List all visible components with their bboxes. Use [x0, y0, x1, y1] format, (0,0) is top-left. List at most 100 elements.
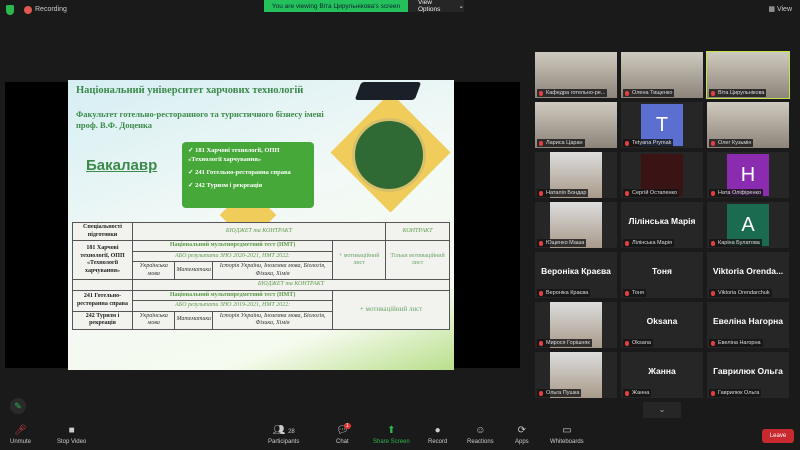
participant-name: Tetyana Prymak	[623, 139, 674, 147]
participant-display-name: Жанна	[648, 366, 676, 376]
subjects-cell: Історія України, Іноземна мова, Біологія…	[212, 310, 334, 330]
participant-name: Жанна	[623, 389, 652, 397]
whiteboards-label: Whiteboards	[550, 439, 584, 445]
leave-button[interactable]: Leave	[762, 429, 794, 443]
participant-tile[interactable]: Viktoria Orenda... Viktoria Orendarchuk	[707, 252, 789, 298]
presentation-slide: Національний університет харчових технол…	[68, 80, 454, 370]
participants-icon: 👥︎ 28	[272, 425, 295, 436]
chat-badge: 1	[344, 423, 351, 429]
participant-tile[interactable]: Віта Цирульнікова	[706, 51, 790, 99]
whiteboard-icon: ▭	[562, 425, 572, 436]
participant-tile[interactable]: Oksana Oksana	[621, 302, 703, 348]
participant-name: Viktoria Orendarchuk	[709, 289, 772, 297]
participant-name: Мирося Горішняк	[537, 339, 592, 347]
participant-name: Олег Кузьмін	[709, 139, 754, 147]
participant-tile[interactable]: A Каріна Булатова	[707, 202, 789, 248]
participant-tile[interactable]: T Tetyana Prymak	[621, 102, 703, 148]
participant-display-name: Oksana	[646, 316, 678, 326]
participant-tile[interactable]: Вероніка Краєва Вероніка Краєва	[535, 252, 617, 298]
chat-label: Chat	[336, 439, 349, 445]
subjects-cell: Історія України, Іноземна мова, Біологія…	[212, 261, 334, 280]
participant-tile[interactable]: H Ната Оліфіренко	[707, 152, 789, 198]
participant-tile[interactable]: Лариса Царан	[535, 102, 617, 148]
motivation-cell: + мотиваційний лист	[332, 289, 450, 330]
slide-faculty: Факультет готельно-ресторанного та турис…	[76, 109, 324, 130]
graduation-cap-icon	[354, 82, 422, 100]
reactions-icon: ☺	[475, 425, 486, 436]
record-label: Record	[428, 439, 448, 445]
participant-name: Лариса Царан	[537, 139, 585, 147]
participant-tile[interactable]: Гаврилюк Ольга Гаврилюк Ольга	[707, 352, 789, 398]
slide-title: Національний університет харчових технол…	[76, 85, 304, 96]
participant-tile[interactable]: Кафедра готельно-ре...	[535, 52, 617, 98]
viewing-banner: You are viewing Віта Цирульнікова's scre…	[264, 0, 408, 12]
view-options-label: View Options	[418, 0, 441, 13]
participants-button[interactable]: 👥︎ 28 Participants	[268, 425, 299, 445]
annotate-pen-icon[interactable]: ✎	[10, 398, 26, 414]
whiteboards-button[interactable]: ▭ Whiteboards	[550, 425, 584, 445]
participant-tile[interactable]: Лілінська Марія Лілінська Марія	[621, 202, 703, 248]
participant-tile[interactable]: Ольга Пушка	[535, 352, 617, 398]
participant-name: Лілінська Марія	[623, 239, 674, 247]
participant-tile[interactable]: Сергій Остапенко	[621, 152, 703, 198]
apps-button[interactable]: ⟳ Apps	[515, 425, 529, 445]
header-budget: БЮДЖЕТ та КОНТРАКТ	[131, 222, 387, 241]
participant-name: Наталія Бондар	[537, 189, 589, 197]
participants-label: Participants	[268, 439, 300, 445]
participant-tile[interactable]: Наталія Бондар	[535, 152, 617, 198]
mic-muted-icon: 🎤︎	[14, 425, 27, 436]
recording-label: Recording	[35, 6, 67, 13]
stop-video-button[interactable]: ■ Stop Video	[57, 425, 86, 445]
admission-table: Спеціальності підготовки БЮДЖЕТ та КОНТРА…	[72, 222, 450, 330]
participant-tile[interactable]: Олена Тищенко	[621, 52, 703, 98]
participants-count: 28	[288, 429, 295, 435]
video-camera-icon: ■	[68, 425, 75, 436]
top-bar: Recording You are viewing Віта Цирульнік…	[0, 0, 800, 20]
participant-name: Сергій Остапенко	[623, 189, 680, 197]
only-motivation-cell: Тільки мотиваційний лист	[385, 240, 450, 280]
participant-tile[interactable]: Мирося Горішняк	[535, 302, 617, 348]
participant-name: Кафедра готельно-ре...	[537, 89, 608, 97]
recording-icon	[24, 6, 32, 14]
participant-display-name: Viktoria Orenda...	[712, 266, 784, 276]
participant-name: Каріна Булатова	[709, 239, 762, 247]
participant-tile[interactable]: Жанна Жанна	[621, 352, 703, 398]
nmt-cell: Національний мультипредметний тест (НМТ)	[131, 289, 334, 301]
apps-label: Apps	[515, 439, 529, 445]
participant-tile[interactable]: Тоня Тоня	[621, 252, 703, 298]
share-label: Share Screen	[373, 439, 410, 445]
participant-name: Тоня	[623, 289, 647, 297]
record-button[interactable]: ● Record	[428, 425, 447, 445]
participant-name: Oksana	[623, 339, 653, 347]
ukr-cell: Українська мова	[131, 310, 176, 330]
view-label: View	[776, 6, 792, 13]
program-item: ✓ 242 Туризм і рекреація	[188, 182, 263, 189]
zno-cell: АБО результати ЗНО 2020-2021, НМТ 2022:	[131, 250, 334, 262]
ukr-cell: Українська мова	[131, 261, 176, 280]
view-button[interactable]: ▦ View	[768, 5, 792, 13]
participant-tile[interactable]: Евеліна Нагорна Евеліна Нагорна	[707, 302, 789, 348]
gallery-next-page-button[interactable]: ⌄	[643, 402, 681, 418]
participant-tile[interactable]: Олег Кузьмін	[707, 102, 789, 148]
participant-name: Ната Оліфіренко	[709, 189, 764, 197]
program-item: ✓ 241 Готельно-ресторанна справа	[188, 169, 291, 176]
chat-button[interactable]: 💬︎ 1 Chat	[336, 423, 351, 445]
share-screen-button[interactable]: ⬆ Share Screen	[373, 425, 410, 445]
participant-display-name: Лілінська Марія	[628, 216, 696, 226]
reactions-button[interactable]: ☺ Reactions	[467, 425, 494, 445]
encryption-shield-icon[interactable]	[6, 5, 14, 15]
math-cell: Математика	[174, 261, 214, 280]
participant-tile[interactable]: Ющенко Маша	[535, 202, 617, 248]
faculty-seal-logo	[352, 118, 426, 192]
unmute-button[interactable]: 🎤︎ Unmute	[10, 425, 31, 445]
spec-181: 181 Харчові технології, ОПП «Технології …	[72, 240, 133, 280]
unmute-label: Unmute	[10, 439, 32, 445]
share-screen-icon: ⬆	[387, 425, 396, 436]
participant-name: Вероніка Краєва	[537, 289, 591, 297]
participant-name: Олена Тищенко	[623, 89, 675, 97]
motivation-cell: + мотиваційний лист	[332, 240, 387, 280]
header-contract: КОНТРАКТ	[385, 222, 450, 241]
view-options-button[interactable]: View Options ⌄	[408, 0, 464, 13]
spec-241: 241 Готельно-ресторанна справа	[72, 289, 133, 312]
participant-display-name: Вероніка Краєва	[541, 266, 611, 276]
